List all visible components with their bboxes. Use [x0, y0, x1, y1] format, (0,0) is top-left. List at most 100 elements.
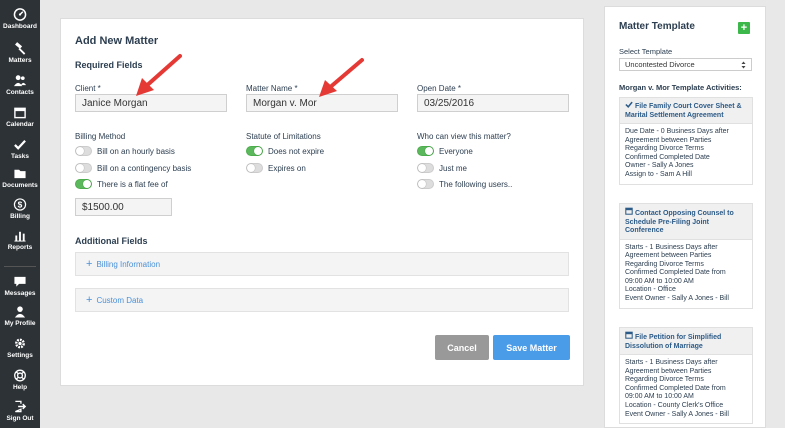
sidebar-item-label: Dashboard [3, 23, 37, 30]
statute-no-expire-option[interactable]: Does not expire [246, 146, 324, 156]
sidebar-divider [4, 266, 36, 267]
matter-template-panel: Matter Template + Select Template Uncont… [604, 6, 766, 428]
sidebar-item-label: Matters [8, 57, 32, 64]
visibility-label: Who can view this matter? [417, 132, 511, 141]
sidebar-item-contacts[interactable]: Contacts [0, 74, 40, 96]
template-activity[interactable]: File Petition for Simplified Dissolution… [619, 327, 753, 425]
statute-label: Statute of Limitations [246, 132, 321, 141]
statute-no-expire-label: Does not expire [268, 146, 325, 156]
svg-text:$: $ [18, 199, 23, 209]
flat-fee-field[interactable]: $1500.00 [75, 198, 172, 216]
sidebar-item-matters[interactable]: Matters [0, 42, 40, 64]
add-template-button[interactable]: + [738, 22, 750, 34]
visibility-just-me-label: Just me [439, 163, 468, 173]
activity-line: Regarding Divorce Terms [625, 376, 704, 384]
sidebar-item-label: Contacts [6, 89, 34, 96]
activity-line: 09:00 AM to 10:00 AM [625, 393, 694, 401]
billing-flat-fee-label: There is a flat fee of [97, 179, 168, 189]
annotation-arrow-client [136, 54, 182, 96]
billing-hourly-option[interactable]: Bill on an hourly basis [75, 146, 175, 156]
toggle-switch[interactable] [246, 163, 263, 173]
sidebar-item-reports[interactable]: Reports [0, 229, 40, 251]
plus-icon: + [86, 294, 93, 306]
gear-icon [15, 338, 25, 349]
annotation-arrow-matter-name [319, 58, 364, 97]
toggle-switch[interactable] [75, 163, 92, 173]
additional-fields-heading: Additional Fields [75, 236, 148, 246]
activity-line: Starts - 1 Business Days after [625, 243, 718, 251]
visibility-everyone-option[interactable]: Everyone [417, 146, 473, 156]
template-select-value: Uncontested Divorce [625, 60, 695, 69]
activity-line: Assign to - Sam A Hill [625, 170, 692, 178]
visibility-following-users-label: The following users.. [439, 179, 513, 189]
sidebar-item-my-profile[interactable]: My Profile [0, 305, 40, 327]
activity-title: File Petition for Simplified Dissolution… [620, 328, 752, 355]
page-title: Add New Matter [75, 35, 159, 47]
statute-expires-option[interactable]: Expires on [246, 163, 306, 173]
template-select[interactable]: Uncontested Divorce [619, 58, 752, 71]
sidebar-item-billing[interactable]: $ Billing [0, 198, 40, 220]
activity-title: Contact Opposing Counsel to Schedule Pre… [620, 204, 752, 240]
select-arrows-icon [741, 61, 746, 68]
toggle-switch[interactable] [75, 179, 92, 189]
sidebar-item-label: Tasks [11, 153, 29, 160]
sidebar-item-sign-out[interactable]: Sign Out [0, 400, 40, 422]
sidebar-item-tasks[interactable]: Tasks [0, 138, 40, 160]
activity-line: Agreement between Parties [625, 367, 712, 375]
template-activity[interactable]: Contact Opposing Counsel to Schedule Pre… [619, 203, 753, 309]
client-label: Client * [75, 84, 101, 93]
sign-out-icon [15, 400, 27, 413]
plus-icon: + [86, 258, 93, 270]
toggle-switch[interactable] [417, 146, 434, 156]
visibility-just-me-option[interactable]: Just me [417, 163, 467, 173]
plus-icon: + [740, 22, 748, 34]
sidebar-item-documents[interactable]: Documents [0, 167, 40, 189]
sidebar-item-dashboard[interactable]: Dashboard [0, 8, 40, 30]
user-icon [14, 306, 26, 318]
sidebar-item-label: Billing [10, 213, 30, 220]
activity-line: Confirmed Completed Date from [625, 384, 726, 392]
activity-title: File Family Court Cover Sheet & Marital … [620, 98, 752, 124]
gavel-icon [15, 42, 26, 55]
bar-chart-icon [14, 231, 26, 242]
save-matter-button[interactable]: Save Matter [493, 335, 570, 360]
activity-details: Due Date - 0 Business Days after Agreeme… [620, 124, 752, 184]
toggle-switch[interactable] [246, 146, 263, 156]
billing-hourly-label: Bill on an hourly basis [97, 146, 175, 156]
toggle-switch[interactable] [417, 179, 434, 189]
visibility-everyone-label: Everyone [439, 146, 473, 156]
visibility-following-users-option[interactable]: The following users.. [417, 179, 512, 189]
activity-title-text: File Petition for Simplified Dissolution… [625, 334, 722, 350]
calendar-icon [14, 107, 26, 119]
sidebar-item-calendar[interactable]: Calendar [0, 106, 40, 128]
custom-data-toggle[interactable]: + Custom Data [75, 288, 569, 312]
sidebar-item-settings[interactable]: Settings [0, 337, 40, 359]
toggle-switch[interactable] [75, 146, 92, 156]
sidebar-item-label: Settings [7, 352, 33, 359]
sidebar-item-messages[interactable]: Messages [0, 275, 40, 297]
page-scrollbar[interactable] [773, 0, 785, 428]
toggle-switch[interactable] [417, 163, 434, 173]
sidebar-item-help[interactable]: Help [0, 369, 40, 391]
billing-method-label: Billing Method [75, 132, 126, 141]
activity-line: Agreement between Parties [625, 136, 712, 144]
activity-line: Event Owner - Sally A Jones - Bill [625, 295, 729, 303]
billing-information-toggle[interactable]: + Billing Information [75, 252, 569, 276]
billing-contingency-option[interactable]: Bill on a contingency basis [75, 163, 191, 173]
select-template-label: Select Template [619, 47, 673, 56]
template-activity[interactable]: File Family Court Cover Sheet & Marital … [619, 97, 753, 185]
matter-template-title: Matter Template [619, 21, 695, 32]
billing-flat-fee-option[interactable]: There is a flat fee of [75, 179, 168, 189]
open-date-field[interactable]: 03/25/2016 [417, 94, 569, 112]
billing-information-label: Billing Information [96, 259, 161, 269]
calendar-icon [625, 207, 633, 215]
activity-line: Event Owner - Sally A Jones - Bill [625, 410, 729, 418]
template-activities-heading: Morgan v. Mor Template Activities: [619, 83, 742, 92]
cancel-button[interactable]: Cancel [435, 335, 489, 360]
sidebar-item-label: Sign Out [6, 415, 34, 422]
activity-details: Starts - 1 Business Days after Agreement… [620, 239, 752, 308]
open-date-label: Open Date * [417, 84, 462, 93]
activity-line: Regarding Divorce Terms [625, 145, 704, 153]
activity-line: Confirmed Completed Date [625, 153, 710, 161]
calendar-icon [625, 331, 633, 339]
